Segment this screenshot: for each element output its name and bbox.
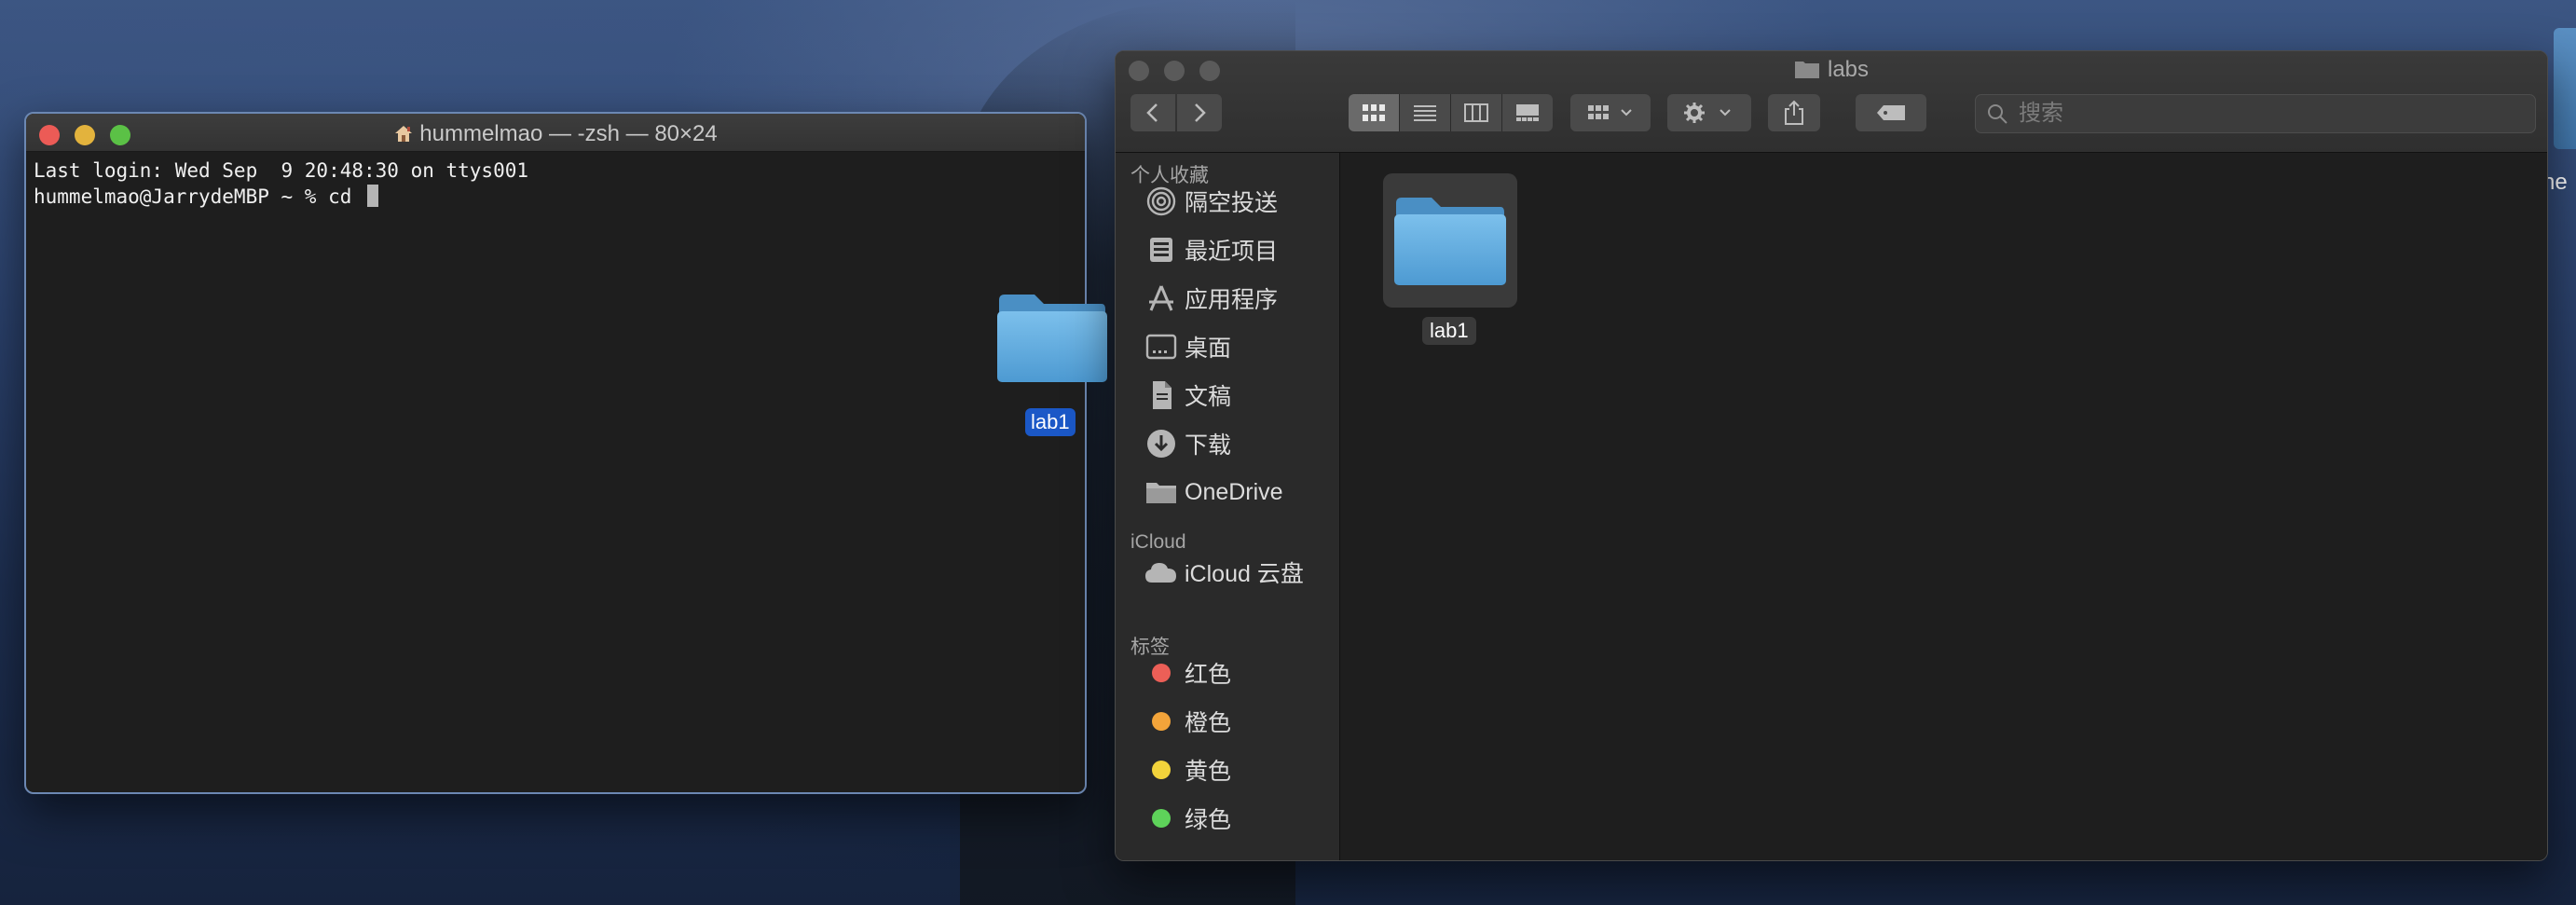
terminal-prompt: hummelmao@JarrydeMBP ~ % cd bbox=[34, 185, 364, 208]
view-mode-segmented-control[interactable] bbox=[1349, 94, 1553, 131]
search-field[interactable] bbox=[1975, 94, 2536, 133]
terminal-title: hummelmao — -zsh — 80×24 bbox=[26, 121, 1085, 147]
tag-icon bbox=[1877, 105, 1905, 120]
forward-button[interactable] bbox=[1177, 94, 1222, 131]
list-view-button[interactable] bbox=[1400, 94, 1451, 131]
sidebar-item-downloads[interactable]: 下载 bbox=[1144, 423, 1339, 464]
sidebar-item-label: OneDrive bbox=[1185, 478, 1283, 505]
red-tag-icon bbox=[1152, 664, 1171, 682]
grid-icon bbox=[1363, 104, 1385, 121]
chevron-left-icon bbox=[1146, 103, 1158, 122]
home-icon bbox=[395, 126, 413, 142]
folder-icon bbox=[1794, 62, 1819, 78]
back-button[interactable] bbox=[1130, 94, 1175, 131]
sidebar-item-tag-yellow[interactable]: 黄色 bbox=[1144, 749, 1339, 790]
folder-icon bbox=[1146, 483, 1176, 503]
share-button[interactable] bbox=[1768, 94, 1820, 131]
sidebar-item-tag-green[interactable]: 绿色 bbox=[1144, 798, 1339, 839]
sidebar-item-icloud-drive[interactable]: iCloud 云盘 bbox=[1144, 552, 1339, 593]
group-grid-icon bbox=[1588, 105, 1632, 119]
sidebar-item-documents[interactable]: 文稿 bbox=[1144, 375, 1339, 416]
action-menu-button[interactable] bbox=[1667, 94, 1751, 131]
finder-sidebar[interactable]: 个人收藏 隔空投送 最近项目 应用程序 桌面 文稿 下载 OneDrive iC… bbox=[1116, 153, 1340, 860]
folder-icon bbox=[1394, 198, 1506, 285]
file-item-lab1[interactable] bbox=[1383, 173, 1517, 308]
sidebar-item-tag-red[interactable]: 红色 bbox=[1144, 652, 1339, 693]
sidebar-item-label: iCloud 云盘 bbox=[1185, 561, 1304, 587]
terminal-title-text: hummelmao — -zsh — 80×24 bbox=[419, 121, 718, 146]
sidebar-item-label: 应用程序 bbox=[1185, 287, 1279, 313]
share-icon bbox=[1785, 100, 1803, 125]
partial-window-edge[interactable] bbox=[2554, 28, 2576, 149]
finder-content-area[interactable]: lab1 bbox=[1340, 153, 2547, 860]
sidebar-item-label: 隔空投送 bbox=[1185, 190, 1279, 216]
green-tag-icon bbox=[1152, 809, 1171, 828]
terminal-window[interactable]: hummelmao — -zsh — 80×24 Last login: Wed… bbox=[24, 112, 1087, 794]
sidebar-item-desktop[interactable]: 桌面 bbox=[1144, 326, 1339, 367]
downloads-icon bbox=[1147, 430, 1175, 458]
gallery-icon bbox=[1516, 104, 1539, 121]
terminal-prompt-line[interactable]: hummelmao@JarrydeMBP ~ % cd bbox=[34, 184, 1077, 210]
sidebar-item-label: 文稿 bbox=[1185, 384, 1232, 410]
tags-button[interactable] bbox=[1856, 94, 1926, 131]
documents-icon bbox=[1153, 381, 1172, 409]
sidebar-section-icloud: iCloud bbox=[1130, 531, 1186, 553]
terminal-line: Last login: Wed Sep 9 20:48:30 on ttys00… bbox=[34, 159, 529, 182]
finder-title-text: labs bbox=[1827, 57, 1870, 82]
sidebar-item-label: 桌面 bbox=[1185, 336, 1232, 362]
orange-tag-icon bbox=[1152, 712, 1171, 731]
dragged-item-label: lab1 bbox=[1025, 408, 1076, 436]
desktop-icon bbox=[1145, 334, 1177, 360]
list-icon bbox=[1414, 105, 1436, 121]
gear-icon bbox=[1684, 103, 1731, 123]
sidebar-item-tag-orange[interactable]: 橙色 bbox=[1144, 701, 1339, 742]
gallery-view-button[interactable] bbox=[1502, 94, 1553, 131]
column-view-button[interactable] bbox=[1451, 94, 1502, 131]
sidebar-item-label: 最近项目 bbox=[1185, 239, 1279, 265]
folder-icon[interactable] bbox=[995, 291, 1109, 384]
terminal-output[interactable]: Last login: Wed Sep 9 20:48:30 on ttys00… bbox=[26, 152, 1085, 215]
sidebar-item-label: 黄色 bbox=[1185, 759, 1232, 785]
columns-icon bbox=[1464, 103, 1488, 122]
icon-view-button[interactable] bbox=[1349, 94, 1400, 131]
sidebar-item-label: 绿色 bbox=[1185, 807, 1232, 833]
recents-icon bbox=[1150, 238, 1172, 262]
search-input[interactable] bbox=[2017, 100, 2524, 128]
sidebar-item-applications[interactable]: 应用程序 bbox=[1144, 278, 1339, 319]
cloud-icon bbox=[1145, 563, 1176, 583]
applications-icon bbox=[1149, 285, 1173, 311]
sidebar-item-label: 橙色 bbox=[1185, 710, 1232, 736]
yellow-tag-icon bbox=[1152, 761, 1171, 779]
text-cursor bbox=[367, 185, 379, 207]
search-icon bbox=[1988, 104, 2007, 124]
airdrop-icon bbox=[1146, 186, 1176, 216]
finder-window[interactable]: labs 搜索 个人收藏 隔空投送 最近项目 应用程序 桌面 文稿 下载 One… bbox=[1115, 50, 2548, 861]
chevron-right-icon bbox=[1195, 103, 1206, 122]
sidebar-item-recents[interactable]: 最近项目 bbox=[1144, 229, 1339, 270]
sidebar-item-label: 下载 bbox=[1185, 432, 1232, 459]
terminal-titlebar[interactable]: hummelmao — -zsh — 80×24 bbox=[26, 114, 1085, 152]
finder-toolbar[interactable]: labs bbox=[1116, 51, 2547, 153]
group-by-button[interactable] bbox=[1570, 94, 1651, 131]
file-item-label[interactable]: lab1 bbox=[1422, 317, 1476, 345]
sidebar-item-label: 红色 bbox=[1185, 662, 1232, 688]
finder-title: labs bbox=[1116, 57, 2547, 83]
sidebar-item-airdrop[interactable]: 隔空投送 bbox=[1144, 181, 1339, 222]
sidebar-item-onedrive[interactable]: OneDrive bbox=[1144, 472, 1339, 513]
